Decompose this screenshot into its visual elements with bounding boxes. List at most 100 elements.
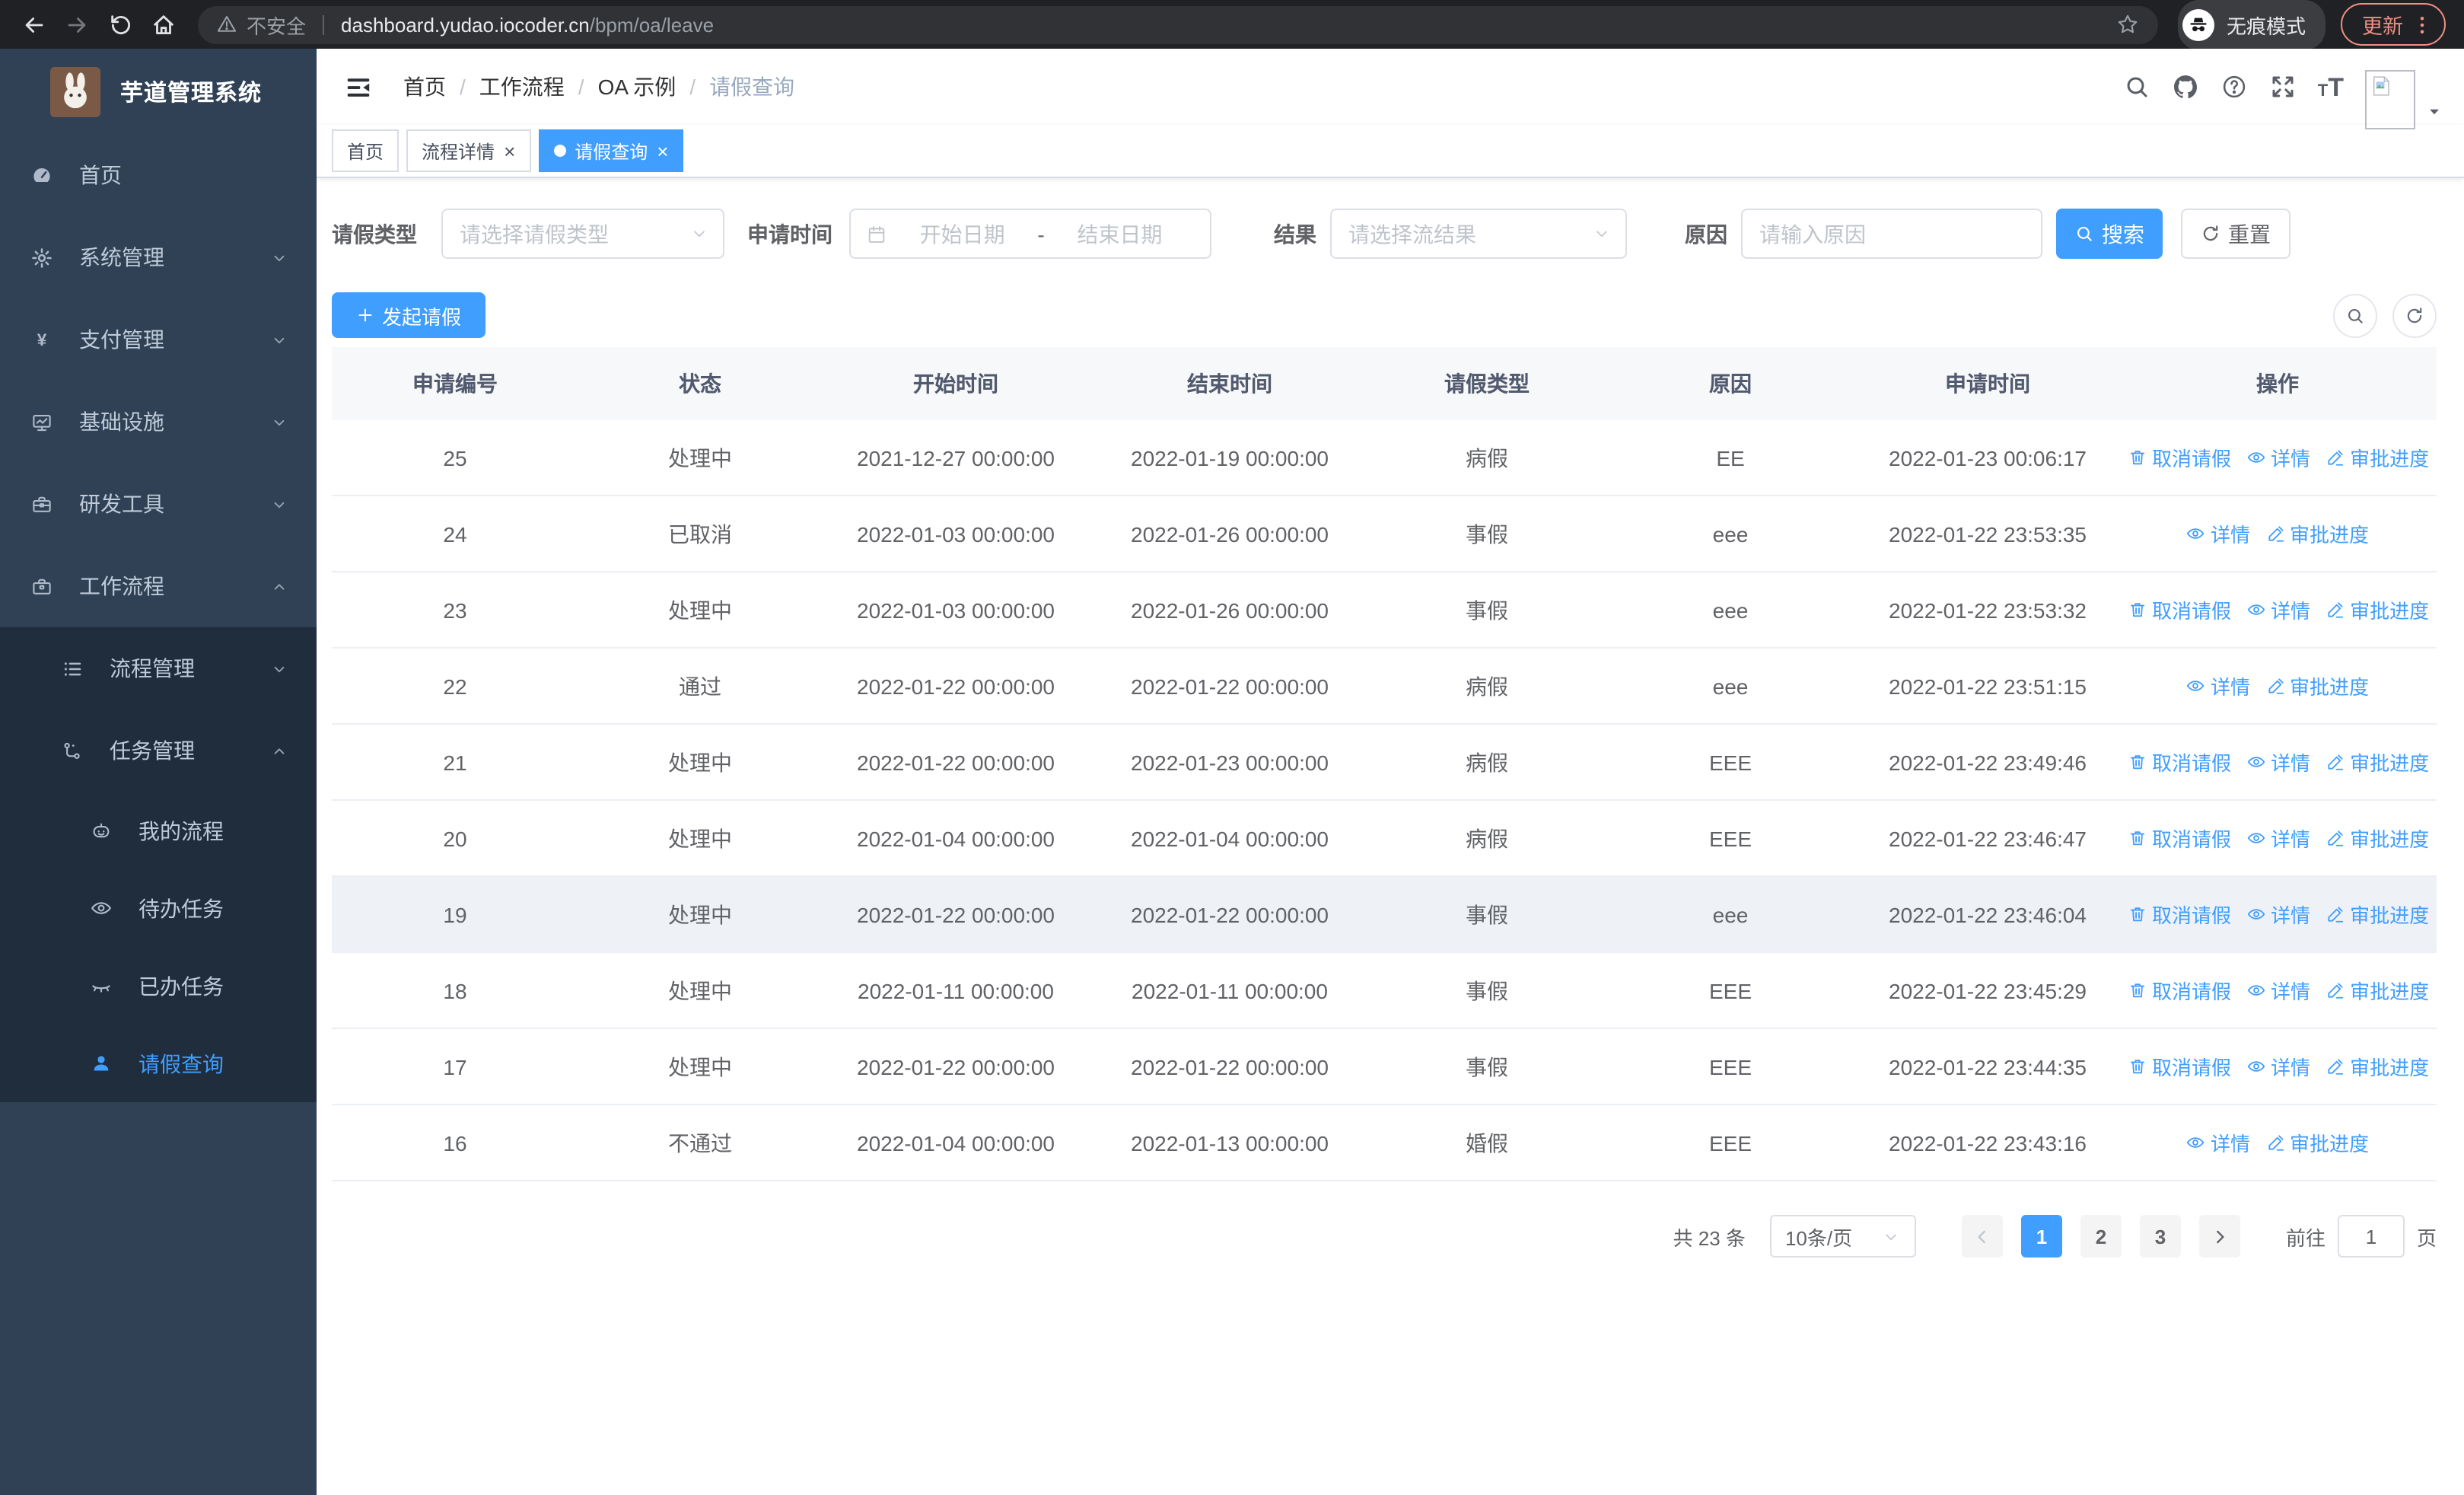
sidebar-item-task-management[interactable]: 任务管理 [0, 709, 317, 792]
sidebar-item-infrastructure[interactable]: 基础设施 [0, 381, 317, 463]
address-bar[interactable]: 不安全 dashboard.yudao.iocoder.cn /bpm/oa/l… [198, 5, 2158, 43]
approval-progress-link[interactable]: 审批进度 [2326, 748, 2429, 776]
sidebar-item-leave-query[interactable]: 请假查询 [0, 1025, 317, 1102]
browser-home-icon[interactable] [142, 0, 186, 49]
breadcrumb-separator: / [460, 75, 466, 99]
eye-icon [2246, 1057, 2266, 1076]
browser-forward-icon[interactable] [56, 0, 99, 49]
font-size-icon[interactable]: TT [2318, 74, 2344, 100]
cancel-leave-link[interactable]: 取消请假 [2128, 443, 2231, 472]
table-row: 24 已取消 2022-01-03 00:00:00 2022-01-26 00:00… [332, 496, 2437, 572]
refresh-table-button[interactable] [2392, 293, 2437, 337]
page-3-button[interactable]: 3 [2139, 1215, 2181, 1258]
breadcrumb-item[interactable]: 首页 [403, 72, 446, 102]
cell-type: 事假 [1370, 572, 1604, 649]
eye-icon [2246, 448, 2266, 467]
trash-icon [2128, 752, 2147, 772]
goto-page-input[interactable]: 1 [2337, 1215, 2405, 1258]
close-icon[interactable]: × [504, 141, 515, 161]
sidebar-toggle-icon[interactable] [338, 72, 379, 101]
detail-link[interactable]: 详情 [2246, 900, 2310, 929]
trash-icon [2128, 828, 2147, 848]
avatar-caret-icon[interactable] [2426, 103, 2443, 120]
approval-progress-link[interactable]: 审批进度 [2326, 900, 2429, 929]
cell-reason: EEE [1604, 724, 1857, 801]
sidebar-item-todo-tasks[interactable]: 待办任务 [0, 869, 317, 947]
app-logo-row[interactable]: 芋道管理系统 [0, 49, 317, 134]
tab-leave-query[interactable]: 请假查询 × [538, 129, 684, 172]
sidebar-item-my-process[interactable]: 我的流程 [0, 792, 317, 869]
cell-status: 通过 [578, 648, 822, 725]
sidebar-item-payment-management[interactable]: ¥ 支付管理 [0, 298, 317, 381]
header-search-icon[interactable] [2123, 73, 2150, 100]
approval-progress-link[interactable]: 审批进度 [2326, 595, 2429, 624]
cell-id: 17 [332, 1028, 578, 1105]
sidebar-item-home[interactable]: 首页 [0, 134, 317, 216]
close-icon[interactable]: × [657, 141, 668, 161]
detail-link[interactable]: 详情 [2246, 443, 2310, 472]
page-2-button[interactable]: 2 [2080, 1215, 2122, 1258]
tab-home[interactable]: 首页 [332, 129, 400, 172]
create-leave-button[interactable]: 发起请假 [332, 292, 486, 338]
github-icon[interactable] [2172, 73, 2199, 100]
avatar[interactable] [2365, 69, 2415, 129]
detail-link[interactable]: 详情 [2246, 824, 2310, 853]
fullscreen-icon[interactable] [2269, 73, 2297, 100]
sidebar-item-process-management[interactable]: 流程管理 [0, 627, 317, 709]
help-icon[interactable] [2220, 73, 2248, 100]
page-1-button[interactable]: 1 [2020, 1215, 2062, 1258]
detail-link[interactable]: 详情 [2246, 595, 2310, 624]
browser-menu-icon[interactable] [2411, 13, 2434, 36]
leave-type-select[interactable]: 请选择请假类型 [441, 209, 724, 259]
breadcrumb-item[interactable]: 工作流程 [479, 72, 565, 102]
cancel-leave-link[interactable]: 取消请假 [2128, 976, 2231, 1005]
next-page-button[interactable] [2198, 1215, 2240, 1258]
approval-progress-link[interactable]: 审批进度 [2326, 443, 2429, 472]
cancel-leave-link[interactable]: 取消请假 [2128, 824, 2231, 853]
detail-link[interactable]: 详情 [2186, 519, 2250, 548]
toggle-search-button[interactable] [2333, 293, 2377, 337]
reset-button[interactable]: 重置 [2181, 209, 2291, 259]
detail-link[interactable]: 详情 [2246, 1052, 2310, 1081]
approval-progress-link[interactable]: 审批进度 [2326, 824, 2429, 853]
browser-back-icon[interactable] [12, 0, 56, 49]
sidebar-item-done-tasks[interactable]: 已办任务 [0, 947, 317, 1025]
browser-reload-icon[interactable] [99, 0, 142, 49]
reason-input[interactable]: 请输入原因 [1741, 209, 2042, 259]
app-logo [50, 66, 100, 116]
result-select[interactable]: 请选择流结果 [1330, 209, 1627, 259]
breadcrumb: 首页 / 工作流程 / OA 示例 / 请假查询 [403, 72, 794, 102]
detail-link[interactable]: 详情 [2246, 976, 2310, 1005]
update-label: 更新 [2362, 15, 2404, 38]
approval-progress-link[interactable]: 审批进度 [2265, 1128, 2369, 1157]
detail-link[interactable]: 详情 [2246, 748, 2310, 776]
page-size-select[interactable]: 10条/页 [1769, 1215, 1916, 1258]
approval-progress-link[interactable]: 审批进度 [2326, 976, 2429, 1005]
sidebar-item-system-management[interactable]: 系统管理 [0, 216, 317, 298]
breadcrumb-item[interactable]: OA 示例 [598, 72, 676, 102]
approval-progress-link[interactable]: 审批进度 [2265, 519, 2369, 548]
svg-text:¥: ¥ [37, 330, 47, 349]
detail-link[interactable]: 详情 [2186, 1128, 2250, 1157]
cancel-leave-link[interactable]: 取消请假 [2128, 595, 2231, 624]
approval-progress-link[interactable]: 审批进度 [2265, 671, 2369, 700]
cell-status: 处理中 [578, 420, 822, 496]
tab-process-detail[interactable]: 流程详情 × [406, 129, 531, 172]
sidebar-item-workflow[interactable]: 工作流程 [0, 545, 317, 627]
sidebar-item-dev-tools[interactable]: 研发工具 [0, 463, 317, 545]
prev-page-button[interactable] [1961, 1215, 2003, 1258]
security-warning-icon[interactable] [216, 14, 237, 35]
approval-progress-link[interactable]: 审批进度 [2326, 1052, 2429, 1081]
cell-status: 处理中 [578, 1028, 822, 1105]
cancel-leave-link[interactable]: 取消请假 [2128, 1052, 2231, 1081]
cancel-leave-link[interactable]: 取消请假 [2128, 900, 2231, 929]
user-avatar-menu[interactable] [2365, 69, 2443, 129]
apply-time-range-picker[interactable]: 开始日期 - 结束日期 [849, 209, 1211, 259]
detail-link[interactable]: 详情 [2186, 671, 2250, 700]
filter-form: 请假类型 请选择请假类型 申请时间 开始日期 - 结束日期 结果 请选择流结果 [332, 209, 2437, 259]
browser-toolbar: 不安全 dashboard.yudao.iocoder.cn /bpm/oa/l… [0, 0, 2464, 49]
bookmark-star-icon[interactable] [2115, 12, 2140, 37]
cancel-leave-link[interactable]: 取消请假 [2128, 748, 2231, 776]
search-button[interactable]: 搜索 [2056, 209, 2163, 259]
browser-update-button[interactable]: 更新 [2341, 3, 2446, 46]
